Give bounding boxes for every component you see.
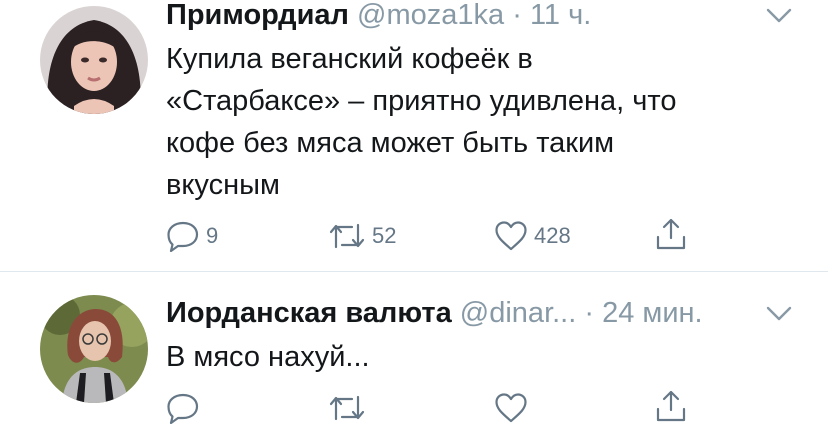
avatar[interactable] bbox=[40, 295, 148, 403]
reply-icon bbox=[167, 221, 199, 252]
retweet-icon bbox=[329, 223, 365, 249]
share-icon bbox=[656, 390, 686, 422]
tweet-text: Купила веганский кофеёк в «Старбаксе» – … bbox=[166, 38, 786, 206]
tweet-header: Иорданская валюта @dinar... · 24 мин. bbox=[166, 296, 703, 330]
reply-count: 9 bbox=[206, 223, 219, 248]
tweet-text: В мясо нахуй... bbox=[166, 336, 786, 378]
separator-dot: · bbox=[512, 0, 522, 31]
retweet-icon bbox=[329, 395, 365, 421]
separator-dot: · bbox=[584, 297, 595, 329]
like-count: 428 bbox=[534, 223, 571, 248]
like-button[interactable]: 428 bbox=[494, 220, 571, 252]
tweet-text-line: вкусным bbox=[166, 169, 280, 201]
author-handle[interactable]: @moza1ka bbox=[357, 0, 504, 31]
timestamp[interactable]: 24 мин. bbox=[602, 297, 703, 329]
avatar[interactable] bbox=[40, 6, 148, 114]
share-icon bbox=[656, 218, 686, 250]
retweet-button[interactable] bbox=[328, 392, 372, 424]
tweet-header: Примордиал @moza1ka · 11 ч. bbox=[166, 0, 591, 32]
chevron-down-icon[interactable] bbox=[765, 6, 793, 26]
share-button[interactable] bbox=[654, 218, 688, 250]
author-name[interactable]: Иорданская валюта bbox=[166, 297, 452, 329]
tweet-item[interactable]: Примордиал @moza1ka · 11 ч. Купила веган… bbox=[0, 0, 828, 271]
like-button[interactable] bbox=[494, 392, 534, 424]
reply-button[interactable]: 9 bbox=[166, 220, 218, 252]
reply-icon bbox=[167, 393, 199, 424]
heart-icon bbox=[495, 393, 527, 423]
chevron-down-icon[interactable] bbox=[765, 304, 793, 324]
share-button[interactable] bbox=[654, 390, 688, 422]
heart-icon bbox=[495, 221, 527, 251]
tweet-text-line: «Старбаксе» – приятно удивлена, что bbox=[166, 85, 677, 117]
author-name[interactable]: Примордиал bbox=[166, 0, 349, 31]
timestamp[interactable]: 11 ч. bbox=[530, 0, 591, 31]
tweet-text-line: В мясо нахуй... bbox=[166, 341, 370, 373]
retweet-button[interactable]: 52 bbox=[328, 220, 396, 252]
reply-button[interactable] bbox=[166, 392, 206, 424]
retweet-count: 52 bbox=[372, 223, 397, 248]
tweet-item[interactable]: Иорданская валюта @dinar... · 24 мин. В … bbox=[0, 272, 828, 445]
tweet-text-line: кофе без мяса может быть таким bbox=[166, 127, 615, 159]
author-handle[interactable]: @dinar... bbox=[460, 297, 577, 329]
tweet-text-line: Купила веганский кофеёк в bbox=[166, 43, 533, 75]
